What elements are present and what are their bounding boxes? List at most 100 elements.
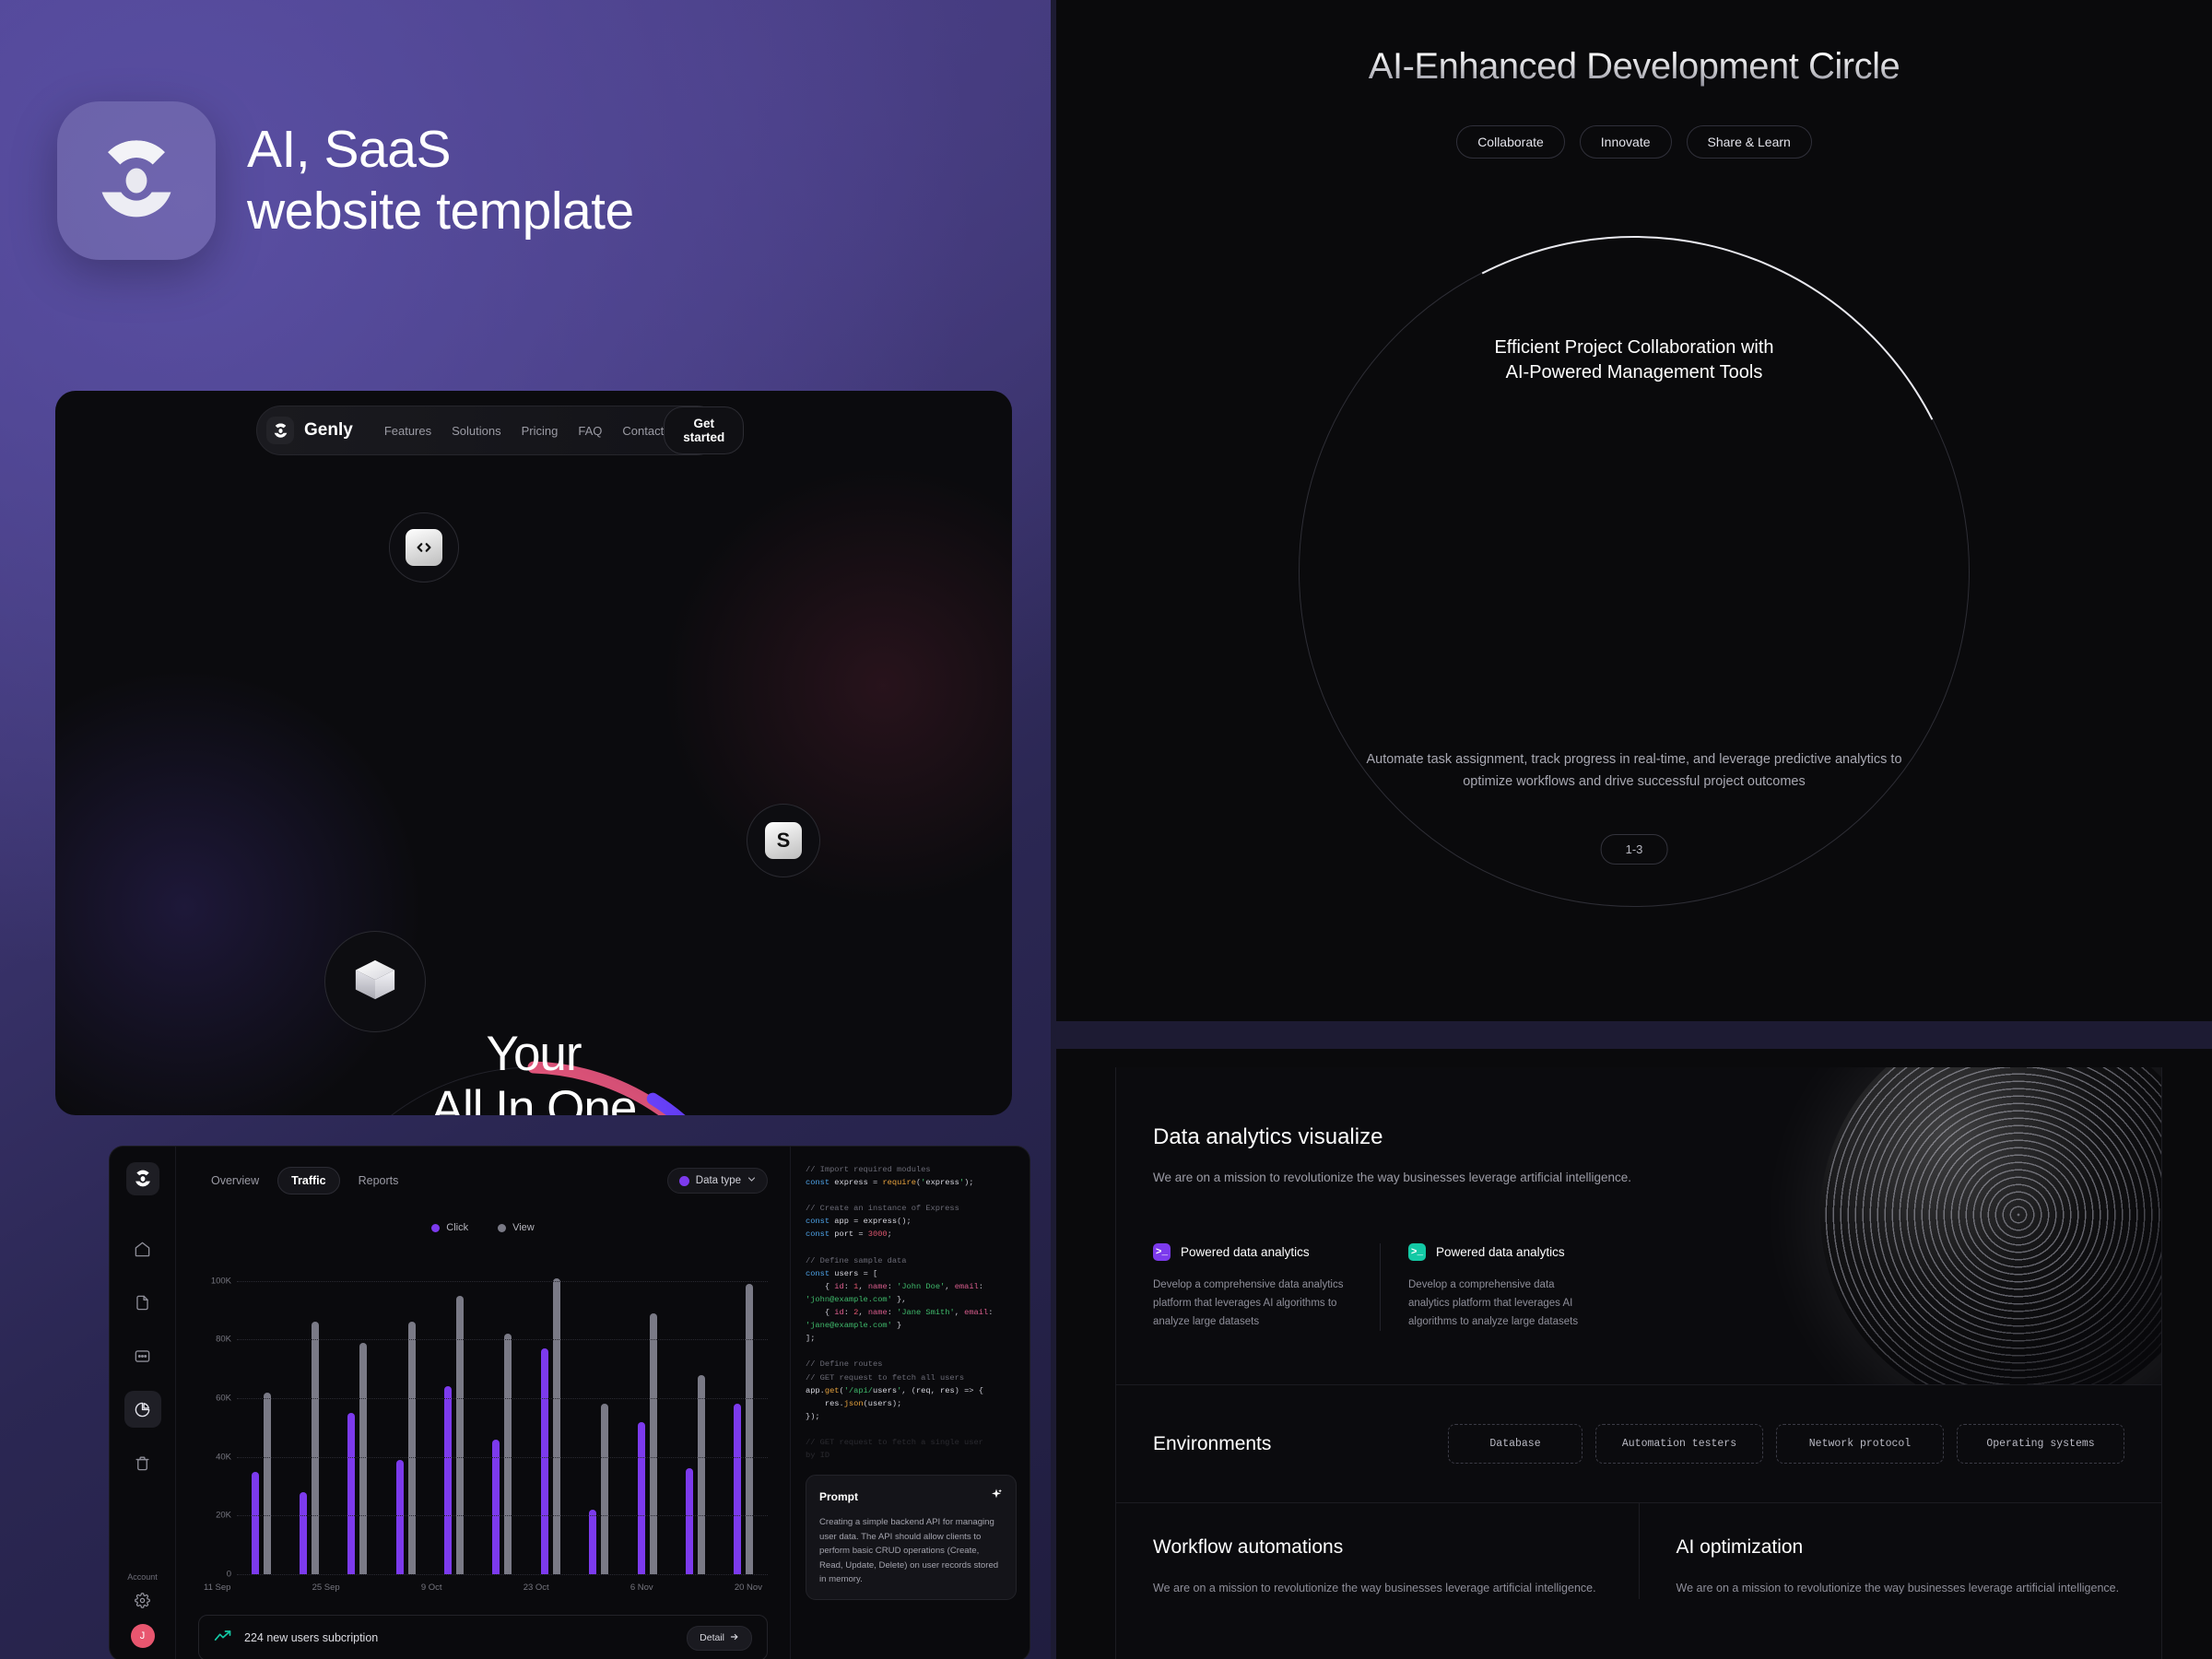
- chip-share-learn[interactable]: Share & Learn: [1686, 125, 1812, 159]
- chart-bar-group[interactable]: [347, 1252, 368, 1574]
- chart-bar-group[interactable]: [589, 1252, 609, 1574]
- hero-badge-code[interactable]: [389, 512, 459, 582]
- site-navbar: Genly Features Solutions Pricing FAQ Con…: [256, 406, 745, 455]
- chart-bar-view[interactable]: [407, 1322, 416, 1574]
- terminal-icon: >_: [1153, 1243, 1171, 1261]
- analytics-bottom-cards: Workflow automations We are on a mission…: [1116, 1503, 2161, 1599]
- code-line: // Create an instance of Express: [806, 1204, 959, 1214]
- circle-panel-subtitle: Efficient Project Collaboration with AI-…: [1056, 335, 2212, 385]
- code-snippet: // Import required modules const express …: [806, 1163, 1017, 1462]
- chart-bar-group[interactable]: [492, 1252, 512, 1574]
- chart-bar-view[interactable]: [601, 1404, 609, 1574]
- account-label: Account: [127, 1572, 158, 1582]
- legend-item-click: Click: [431, 1222, 468, 1233]
- ai-opt-card-body: We are on a mission to revolutionize the…: [1676, 1582, 2120, 1594]
- chart-gridline: [237, 1574, 768, 1575]
- code-line: ];: [806, 1334, 816, 1344]
- chart-bar-click[interactable]: [540, 1348, 548, 1574]
- tab-overview[interactable]: Overview: [198, 1168, 272, 1194]
- chip-collaborate[interactable]: Collaborate: [1456, 125, 1565, 159]
- nav-link-faq[interactable]: FAQ: [578, 424, 602, 438]
- env-chip-network-protocol[interactable]: Network protocol: [1776, 1424, 1944, 1464]
- env-chip-operating-systems[interactable]: Operating systems: [1957, 1424, 2124, 1464]
- avatar[interactable]: J: [130, 1624, 155, 1648]
- chart-bar-view[interactable]: [359, 1342, 368, 1574]
- code-line: // Define sample data: [806, 1255, 907, 1265]
- chart-bar-click[interactable]: [347, 1413, 356, 1574]
- nav-link-pricing[interactable]: Pricing: [522, 424, 559, 438]
- chart-bar-click[interactable]: [685, 1468, 693, 1574]
- gear-icon[interactable]: [135, 1593, 150, 1613]
- chart-bar-click[interactable]: [251, 1471, 259, 1574]
- chart-bar-group[interactable]: [734, 1252, 754, 1574]
- chart-bar-group[interactable]: [685, 1252, 705, 1574]
- chart-bar-click[interactable]: [734, 1404, 742, 1574]
- chart-bar-click[interactable]: [300, 1491, 308, 1574]
- legend-swatch-view: [498, 1223, 507, 1232]
- pie-chart-icon[interactable]: [124, 1391, 161, 1428]
- chart-bar-view[interactable]: [312, 1322, 320, 1574]
- data-type-dropdown[interactable]: Data type: [666, 1168, 768, 1194]
- trash-icon[interactable]: [124, 1444, 161, 1481]
- chart-bar-group[interactable]: [540, 1252, 560, 1574]
- card-ai-optimization: AI optimization We are on a mission to r…: [1638, 1503, 2162, 1599]
- code-line: const app = express();: [806, 1217, 912, 1227]
- chart-bar-view[interactable]: [649, 1312, 657, 1574]
- chart-bar-group[interactable]: [395, 1252, 416, 1574]
- legend-label-click: Click: [446, 1222, 469, 1233]
- navbar-brand[interactable]: Genly: [266, 417, 353, 444]
- chart-legend: Click View: [198, 1222, 768, 1233]
- genly-mark-icon: [57, 101, 216, 260]
- prompt-card: Prompt Creating a simple backend API for…: [806, 1475, 1017, 1600]
- circle-panel-pager[interactable]: 1-3: [1600, 834, 1668, 865]
- nav-link-solutions[interactable]: Solutions: [452, 424, 500, 438]
- inbox-icon[interactable]: [124, 1337, 161, 1374]
- code-line: // Import required modules: [806, 1165, 931, 1174]
- chart-bar-click[interactable]: [492, 1439, 500, 1574]
- legend-swatch-click: [431, 1223, 441, 1232]
- env-chip-automation-testers[interactable]: Automation testers: [1595, 1424, 1763, 1464]
- chart-bar-view[interactable]: [697, 1374, 705, 1574]
- env-chip-database[interactable]: Database: [1448, 1424, 1583, 1464]
- left-column: AI, SaaS website template Your All In On…: [0, 0, 1051, 1659]
- navbar-get-started-button[interactable]: Get started: [664, 406, 745, 454]
- legend-item-view: View: [498, 1222, 535, 1233]
- chart-gridline: [237, 1398, 768, 1400]
- code-line: by ID: [806, 1451, 830, 1461]
- subscription-detail-button[interactable]: Detail: [687, 1625, 752, 1651]
- dashboard-sidebar: Account J: [110, 1147, 176, 1659]
- chip-innovate[interactable]: Innovate: [1579, 125, 1672, 159]
- nav-link-contact[interactable]: Contact: [622, 424, 664, 438]
- code-line: const users = [: [806, 1268, 878, 1278]
- hero-badge-s[interactable]: S: [747, 804, 820, 877]
- chart-bar-group[interactable]: [637, 1252, 657, 1574]
- chart-bar-view[interactable]: [456, 1295, 465, 1574]
- document-icon[interactable]: [124, 1284, 161, 1321]
- legend-label-view: View: [512, 1222, 535, 1233]
- chart-bar-click[interactable]: [395, 1459, 404, 1574]
- chart-y-tick: 0: [226, 1569, 231, 1580]
- ai-opt-card-title: AI optimization: [1676, 1536, 1804, 1558]
- code-line: { id: 1, name: 'John Doe', email: 'john@…: [806, 1281, 989, 1304]
- arrow-right-icon: [730, 1632, 739, 1644]
- hero-glow-pink: [662, 465, 1012, 907]
- chart-bar-click[interactable]: [589, 1510, 597, 1574]
- chart-bar-click[interactable]: [444, 1386, 453, 1574]
- code-line: // GET request to fetch all users: [806, 1372, 965, 1382]
- chart-bar-view[interactable]: [746, 1284, 754, 1574]
- chart-bar-group[interactable]: [444, 1252, 465, 1574]
- hero-badge-cube[interactable]: [324, 931, 426, 1032]
- tab-traffic[interactable]: Traffic: [277, 1167, 340, 1194]
- chart-bar-group[interactable]: [251, 1252, 271, 1574]
- chart-column: Overview Traffic Reports Data type Click…: [176, 1147, 790, 1659]
- nav-link-features[interactable]: Features: [384, 424, 431, 438]
- chart-bar-view[interactable]: [263, 1392, 271, 1574]
- chart-bar-view[interactable]: [552, 1277, 560, 1574]
- genly-mark-icon: [125, 1162, 159, 1195]
- home-icon[interactable]: [124, 1230, 161, 1267]
- tab-reports[interactable]: Reports: [346, 1168, 412, 1194]
- chart-bar-view[interactable]: [504, 1334, 512, 1574]
- chart-bar-click[interactable]: [637, 1421, 645, 1574]
- chart-bar-group[interactable]: [300, 1252, 320, 1574]
